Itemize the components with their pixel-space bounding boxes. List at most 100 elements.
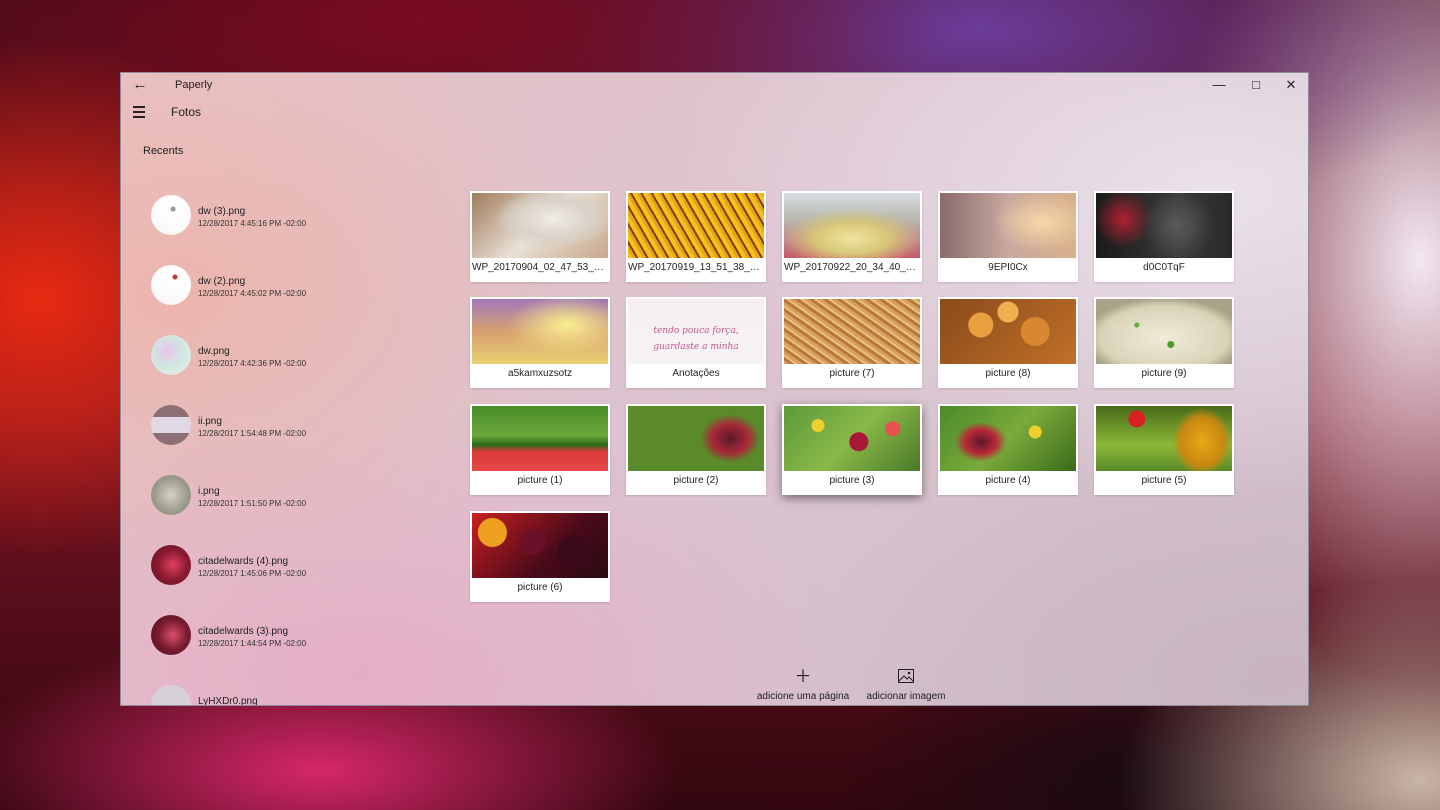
photo-thumbnail: [940, 193, 1076, 258]
recent-item-name: dw.png: [198, 346, 230, 357]
recent-item-date: 12/28/2017 4:45:02 PM -02:00: [198, 289, 307, 298]
recent-item-ii[interactable]: ii.png 12/28/2017 1:54:48 PM -02:00: [151, 405, 411, 449]
recent-thumbnail: [151, 545, 191, 585]
recent-item-name: dw (3).png: [198, 206, 246, 217]
recent-thumbnail: [151, 615, 191, 655]
photo-label: picture (7): [829, 368, 875, 379]
photo-tile[interactable]: picture (7): [782, 297, 922, 388]
photo-label: picture (8): [985, 368, 1031, 379]
close-button[interactable]: ✕: [1273, 73, 1308, 97]
photo-label: WP_20170919_13_51_38_Raw...: [628, 262, 764, 273]
recent-item-date: 12/28/2017 1:45:06 PM -02:00: [198, 569, 307, 578]
photo-tile[interactable]: picture (9): [1094, 297, 1234, 388]
recent-item-date: 12/28/2017 4:45:16 PM -02:00: [198, 219, 307, 228]
recent-item-name: citadelwards (3).png: [198, 626, 289, 637]
recent-thumbnail: [151, 405, 191, 445]
note-preview-text: tendo pouca força, guardaste a minha: [653, 326, 739, 352]
hamburger-menu-icon[interactable]: [129, 103, 151, 121]
recent-thumbnail: [151, 685, 191, 705]
photo-label: WP_20170904_02_47_53_Rich...: [472, 262, 608, 273]
photo-tile[interactable]: WP_20170922_20_34_40_Pro_LI: [782, 191, 922, 282]
photo-tile[interactable]: picture (1): [470, 404, 610, 495]
photo-thumbnail: [628, 193, 764, 258]
photo-thumbnail: [940, 406, 1076, 471]
photo-thumbnail: tendo pouca força, guardaste a minha: [628, 299, 764, 364]
photo-label: WP_20170922_20_34_40_Pro_LI: [784, 262, 920, 273]
photo-tile[interactable]: a5kamxuzsotz: [470, 297, 610, 388]
title-bar[interactable]: ← Paperly — □ ✕: [121, 73, 1308, 97]
photo-tile[interactable]: picture (6): [470, 511, 610, 602]
photo-label: picture (4): [985, 475, 1031, 486]
recent-item-lyhxdr0[interactable]: LyHXDr0.png: [151, 685, 411, 706]
recent-item-date: 12/28/2017 1:44:54 PM -02:00: [198, 639, 307, 648]
photo-thumbnail: [628, 406, 764, 471]
recent-item-date: 12/28/2017 4:42:36 PM -02:00: [198, 359, 307, 368]
photo-thumbnail: [472, 193, 608, 258]
photo-thumbnail: [940, 299, 1076, 364]
recent-item-dw-2[interactable]: dw (2).png 12/28/2017 4:45:02 PM -02:00: [151, 265, 411, 309]
photo-grid: WP_20170904_02_47_53_Rich... WP_20170919…: [470, 191, 1250, 611]
photo-tile[interactable]: picture (2): [626, 404, 766, 495]
photo-tile[interactable]: tendo pouca força, guardaste a minha Ano…: [626, 297, 766, 388]
photo-tile[interactable]: 9EPI0Cx: [938, 191, 1078, 282]
recent-thumbnail: [151, 265, 191, 305]
photo-thumbnail: [784, 299, 920, 364]
photo-label: picture (1): [517, 475, 563, 486]
photo-label: 9EPI0Cx: [988, 262, 1028, 273]
recent-item-citadelwards-3[interactable]: citadelwards (3).png 12/28/2017 1:44:54 …: [151, 615, 411, 659]
photo-thumbnail: [472, 513, 608, 578]
recent-item-name: LyHXDr0.png: [198, 696, 258, 706]
app-window: ← Paperly — □ ✕ Fotos Recents dw (3).png…: [120, 72, 1309, 706]
photo-tile[interactable]: WP_20170919_13_51_38_Raw...: [626, 191, 766, 282]
photo-label: picture (2): [673, 475, 719, 486]
image-icon: [856, 669, 956, 685]
photo-label: picture (5): [1141, 475, 1187, 486]
photo-label: picture (9): [1141, 368, 1187, 379]
minimize-icon: —: [1212, 77, 1226, 92]
photo-tile[interactable]: d0C0TqF: [1094, 191, 1234, 282]
photo-label: d0C0TqF: [1143, 262, 1185, 273]
recents-heading: Recents: [143, 145, 184, 157]
add-page-label: adicione uma página: [756, 691, 850, 702]
close-icon: ✕: [1285, 77, 1297, 92]
recent-item-i[interactable]: i.png 12/28/2017 1:51:50 PM -02:00: [151, 475, 411, 519]
photo-thumbnail: [472, 299, 608, 364]
recent-item-name: dw (2).png: [198, 276, 246, 287]
add-page-button[interactable]: ＋ adicione uma página: [753, 667, 853, 705]
photo-label: a5kamxuzsotz: [508, 368, 572, 379]
add-image-button[interactable]: adicionar imagem: [856, 669, 956, 705]
recent-item-name: i.png: [198, 486, 220, 497]
photo-tile[interactable]: WP_20170904_02_47_53_Rich...: [470, 191, 610, 282]
add-image-label: adicionar imagem: [866, 691, 946, 702]
back-button[interactable]: ←: [129, 75, 151, 95]
recent-item-date: 12/28/2017 1:51:50 PM -02:00: [198, 499, 307, 508]
photo-label: Anotações: [672, 368, 720, 379]
photo-thumbnail: [472, 406, 608, 471]
photo-label: picture (3): [829, 475, 875, 486]
back-arrow-icon: ←: [132, 76, 148, 93]
recent-thumbnail: [151, 475, 191, 515]
photo-tile[interactable]: picture (8): [938, 297, 1078, 388]
recent-thumbnail: [151, 335, 191, 375]
recent-item-name: citadelwards (4).png: [198, 556, 289, 567]
photo-thumbnail: [784, 406, 920, 471]
photo-tile-selected[interactable]: picture (3): [782, 404, 922, 495]
photo-tile[interactable]: picture (4): [938, 404, 1078, 495]
maximize-button[interactable]: □: [1238, 73, 1274, 97]
photo-tile[interactable]: picture (5): [1094, 404, 1234, 495]
photo-thumbnail: [1096, 193, 1232, 258]
photo-thumbnail: [1096, 299, 1232, 364]
add-icon: ＋: [794, 667, 812, 686]
photo-thumbnail: [1096, 406, 1232, 471]
recent-item-name: ii.png: [198, 416, 222, 427]
recent-item-citadelwards-4[interactable]: citadelwards (4).png 12/28/2017 1:45:06 …: [151, 545, 411, 589]
minimize-button[interactable]: —: [1201, 73, 1237, 97]
recent-thumbnail: [151, 195, 191, 235]
recent-item-dw[interactable]: dw.png 12/28/2017 4:42:36 PM -02:00: [151, 335, 411, 379]
recent-item-date: 12/28/2017 1:54:48 PM -02:00: [198, 429, 307, 438]
app-title: Paperly: [175, 79, 213, 91]
maximize-icon: □: [1252, 77, 1260, 92]
photo-thumbnail: [784, 193, 920, 258]
page-title: Fotos: [171, 105, 202, 119]
recent-item-dw-3[interactable]: dw (3).png 12/28/2017 4:45:16 PM -02:00: [151, 195, 411, 239]
